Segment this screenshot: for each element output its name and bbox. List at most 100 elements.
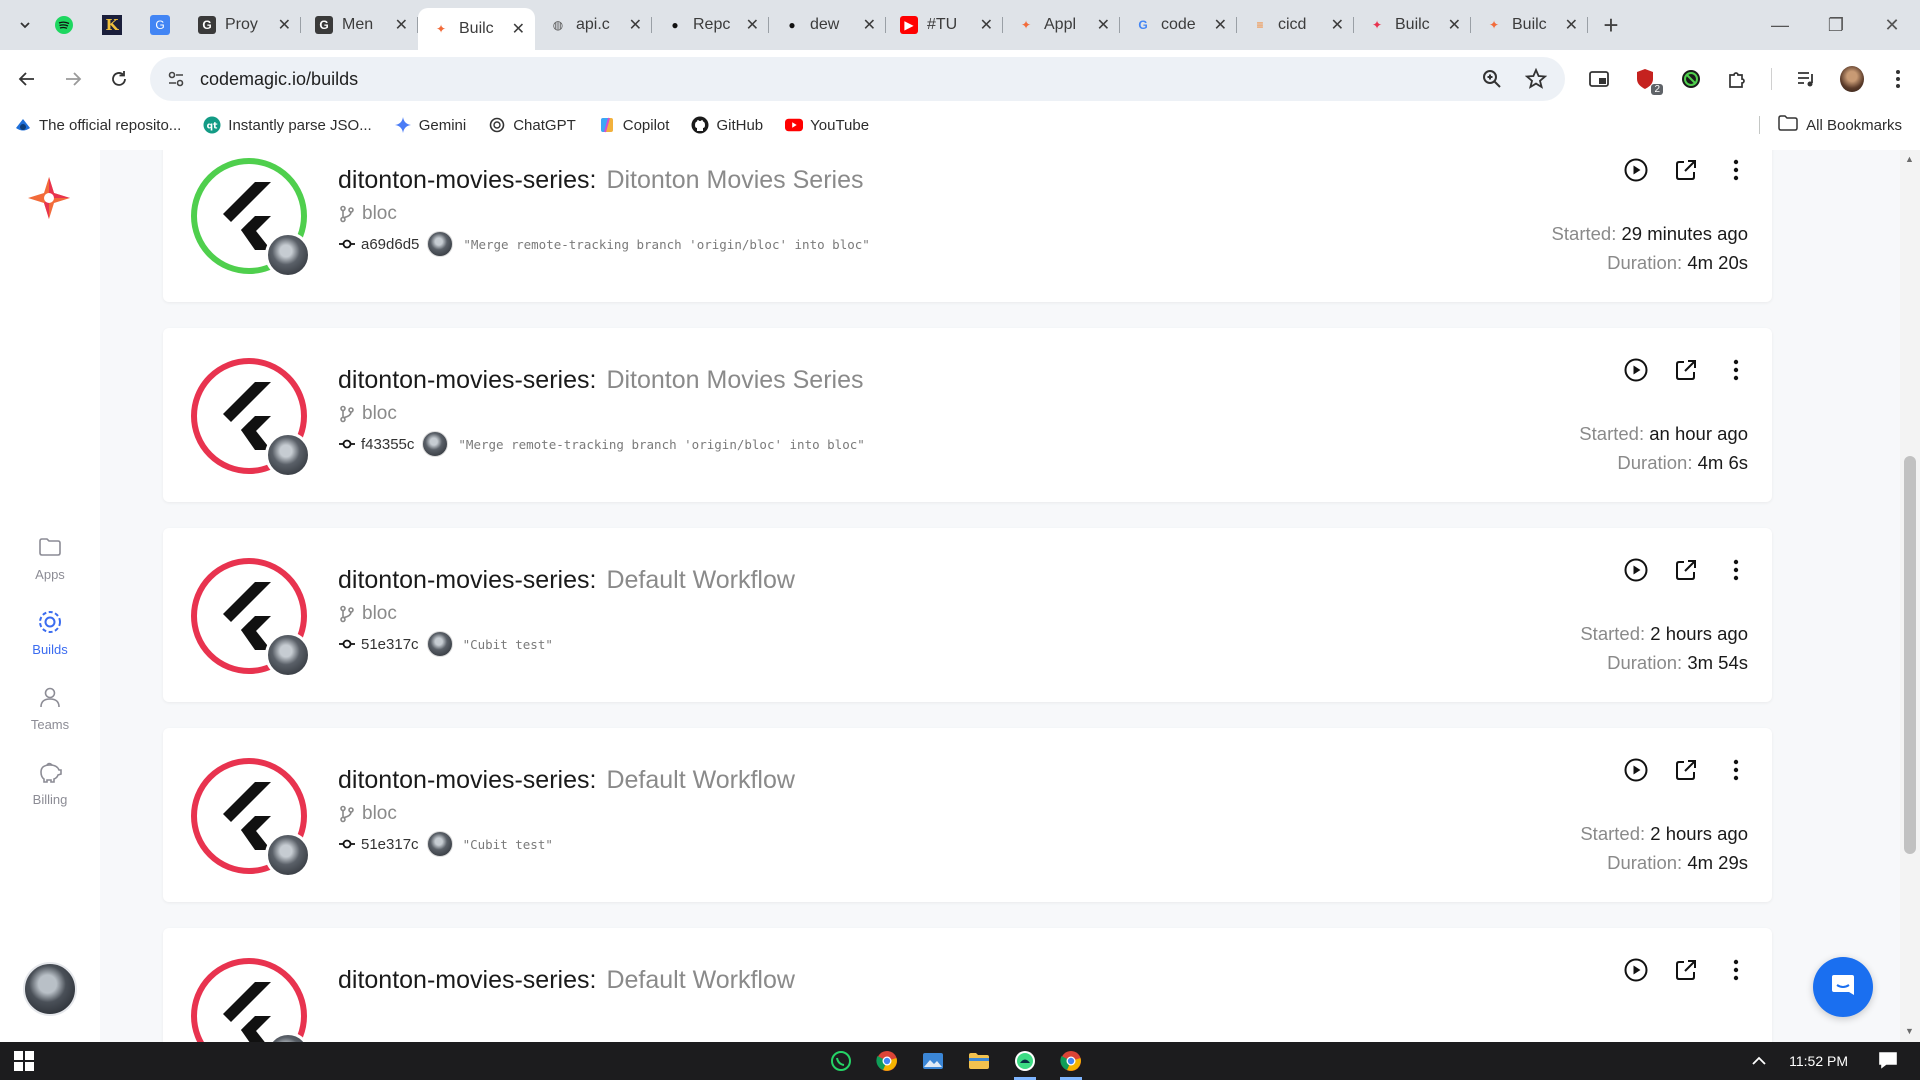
build-card[interactable]: ditonton-movies-series: Default Workflow b… <box>163 728 1772 902</box>
more-options-button[interactable] <box>1720 354 1752 386</box>
new-tab-button[interactable]: + <box>1594 8 1628 42</box>
sidebar-item-apps[interactable]: Apps <box>0 533 100 582</box>
tab[interactable]: ▶ #TU ✕ <box>886 7 1003 43</box>
sidebar-item-teams[interactable]: Teams <box>0 683 100 732</box>
bookmark-github[interactable]: GitHub <box>691 116 763 134</box>
close-tab-icon[interactable]: ✕ <box>1565 15 1578 35</box>
page-scrollbar[interactable]: ▲ ▼ <box>1900 150 1920 1042</box>
bookmark-official-repo[interactable]: The official reposito... <box>14 116 181 134</box>
bookmark-youtube[interactable]: YouTube <box>785 116 869 134</box>
media-controls-icon[interactable] <box>1794 67 1818 91</box>
profile-avatar-icon[interactable] <box>1840 66 1864 92</box>
scroll-down-icon[interactable]: ▼ <box>1905 1026 1914 1036</box>
sidebar-item-builds[interactable]: Builds <box>0 608 100 657</box>
taskbar-chrome[interactable] <box>864 1042 910 1080</box>
close-tab-icon[interactable]: ✕ <box>1331 15 1344 35</box>
open-build-button[interactable] <box>1670 154 1702 186</box>
build-title[interactable]: ditonton-movies-series: Ditonton Movies S… <box>338 166 864 195</box>
tab[interactable]: ✦ Appl ✕ <box>1003 7 1120 43</box>
close-tab-icon[interactable]: ✕ <box>278 15 291 35</box>
extensions-puzzle-icon[interactable] <box>1725 67 1749 91</box>
taskbar-photos[interactable] <box>910 1042 956 1080</box>
open-build-button[interactable] <box>1670 954 1702 986</box>
user-avatar[interactable] <box>23 962 77 1016</box>
build-card[interactable]: ditonton-movies-series: Default Workflow <box>163 928 1772 1042</box>
rebuild-button[interactable] <box>1620 154 1652 186</box>
tab[interactable]: ✦ Builc ✕ <box>1354 7 1471 43</box>
codemagic-logo-icon[interactable] <box>26 175 72 221</box>
chevron-up-icon[interactable] <box>1751 1053 1767 1069</box>
pinned-tab-k[interactable]: K <box>88 7 136 43</box>
rebuild-button[interactable] <box>1620 354 1652 386</box>
zoom-icon[interactable] <box>1481 68 1503 90</box>
site-settings-icon[interactable] <box>166 69 186 89</box>
build-card[interactable]: ditonton-movies-series: Ditonton Movies S… <box>163 150 1772 302</box>
restore-button[interactable]: ❐ <box>1808 0 1864 50</box>
tab[interactable]: G Men ✕ <box>301 7 418 43</box>
taskbar-file-explorer[interactable] <box>956 1042 1002 1080</box>
pinned-tab-translate[interactable]: G <box>136 7 184 43</box>
bookmark-quicktype[interactable]: qt Instantly parse JSO... <box>203 116 372 134</box>
taskbar-clock[interactable]: 11:52 PM <box>1789 1053 1848 1069</box>
rebuild-button[interactable] <box>1620 554 1652 586</box>
tab[interactable]: ≡ cicd ✕ <box>1237 7 1354 43</box>
close-tab-icon[interactable]: ✕ <box>1097 15 1110 35</box>
more-options-button[interactable] <box>1720 954 1752 986</box>
open-build-button[interactable] <box>1670 754 1702 786</box>
build-title[interactable]: ditonton-movies-series: Ditonton Movies S… <box>338 366 864 395</box>
close-tab-icon[interactable]: ✕ <box>746 15 759 35</box>
scrollbar-thumb[interactable] <box>1904 456 1916 854</box>
build-card[interactable]: ditonton-movies-series: Default Workflow b… <box>163 528 1772 702</box>
taskbar-android-studio[interactable] <box>1002 1042 1048 1080</box>
tab[interactable]: G Proy ✕ <box>184 7 301 43</box>
commit-hash[interactable]: f43355c <box>361 436 414 453</box>
grammar-extension-icon[interactable] <box>1679 67 1703 91</box>
open-build-button[interactable] <box>1670 554 1702 586</box>
build-title[interactable]: ditonton-movies-series: Default Workflow <box>338 966 795 995</box>
commit-hash[interactable]: 51e317c <box>361 636 419 653</box>
tab[interactable]: ◍ api.c ✕ <box>535 7 652 43</box>
tab-active[interactable]: ✦ Builc ✕ <box>418 8 535 50</box>
taskbar-whatsapp[interactable] <box>818 1042 864 1080</box>
bookmark-copilot[interactable]: Copilot <box>598 116 669 134</box>
url-text[interactable]: codemagic.io/builds <box>200 69 358 90</box>
notifications-icon[interactable] <box>1878 1051 1898 1072</box>
close-tab-icon[interactable]: ✕ <box>1214 15 1227 35</box>
close-tab-icon[interactable]: ✕ <box>512 19 525 39</box>
tab[interactable]: ✦ Builc ✕ <box>1471 7 1588 43</box>
bookmark-star-icon[interactable] <box>1525 68 1547 90</box>
minimize-button[interactable]: — <box>1752 0 1808 50</box>
build-title[interactable]: ditonton-movies-series: Default Workflow <box>338 566 795 595</box>
close-window-button[interactable]: ✕ <box>1864 0 1920 50</box>
tab-search-button[interactable] <box>10 10 40 40</box>
tab[interactable]: ● dew ✕ <box>769 7 886 43</box>
more-options-button[interactable] <box>1720 154 1752 186</box>
support-chat-button[interactable] <box>1813 957 1873 1017</box>
more-options-button[interactable] <box>1720 554 1752 586</box>
address-bar[interactable]: codemagic.io/builds <box>150 57 1565 101</box>
rebuild-button[interactable] <box>1620 754 1652 786</box>
close-tab-icon[interactable]: ✕ <box>1448 15 1461 35</box>
browser-menu-icon[interactable] <box>1886 67 1910 91</box>
taskbar-chrome-active[interactable] <box>1048 1042 1094 1080</box>
all-bookmarks-button[interactable]: All Bookmarks <box>1759 115 1902 135</box>
start-button[interactable] <box>0 1042 48 1080</box>
sidebar-item-billing[interactable]: Billing <box>0 758 100 807</box>
bookmark-gemini[interactable]: Gemini <box>394 116 466 134</box>
back-button[interactable] <box>8 60 46 98</box>
rebuild-button[interactable] <box>1620 954 1652 986</box>
close-tab-icon[interactable]: ✕ <box>629 15 642 35</box>
tab[interactable]: Gcode ✕ <box>1120 7 1237 43</box>
picture-in-picture-icon[interactable] <box>1587 67 1611 91</box>
commit-hash[interactable]: a69d6d5 <box>361 236 419 253</box>
scroll-up-icon[interactable]: ▲ <box>1905 154 1914 164</box>
pinned-tab-spotify[interactable] <box>40 7 88 43</box>
bookmark-chatgpt[interactable]: ChatGPT <box>488 116 576 134</box>
reload-button[interactable] <box>100 60 138 98</box>
build-title[interactable]: ditonton-movies-series: Default Workflow <box>338 766 795 795</box>
close-tab-icon[interactable]: ✕ <box>863 15 876 35</box>
commit-hash[interactable]: 51e317c <box>361 836 419 853</box>
open-build-button[interactable] <box>1670 354 1702 386</box>
close-tab-icon[interactable]: ✕ <box>395 15 408 35</box>
close-tab-icon[interactable]: ✕ <box>980 15 993 35</box>
